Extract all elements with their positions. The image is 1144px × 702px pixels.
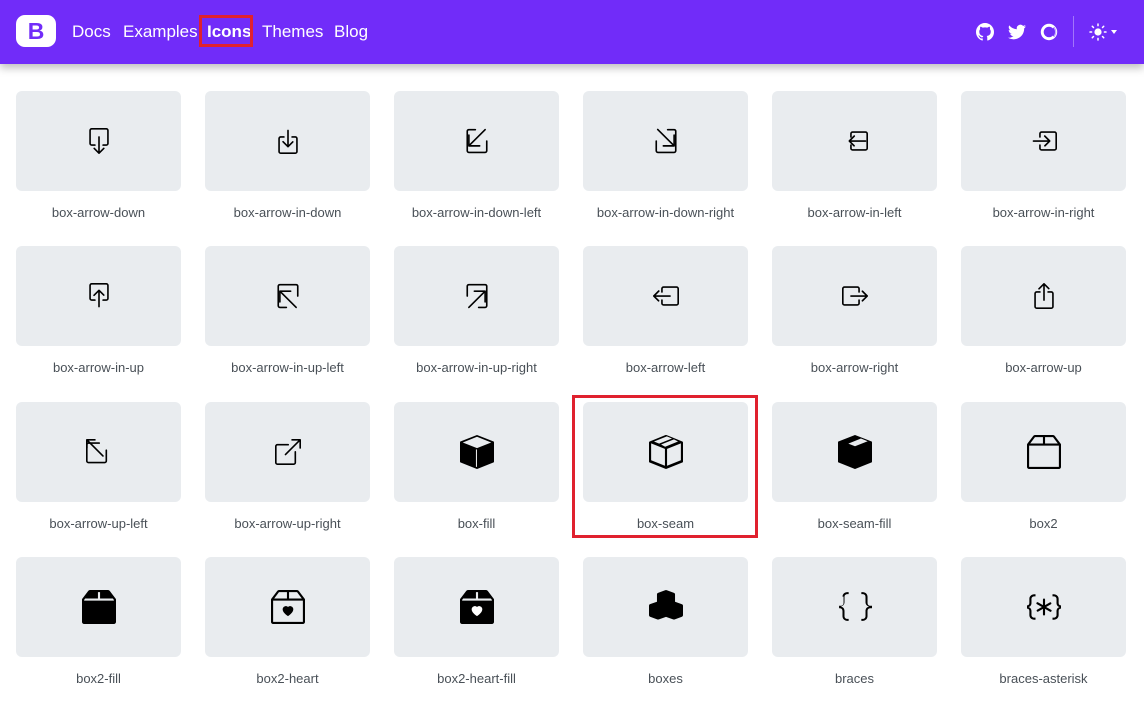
box-arrow-up-icon — [1033, 283, 1054, 309]
icon-label: braces — [834, 671, 875, 686]
icon-label: box-arrow-in-down — [233, 205, 342, 220]
twitter-icon[interactable] — [1008, 23, 1026, 41]
icon-tile-box-arrow-in-up-right[interactable] — [394, 246, 559, 346]
box-arrow-down-icon — [88, 128, 109, 154]
sun-icon — [1089, 23, 1107, 41]
nav-divider — [1073, 16, 1074, 47]
caret-down-icon — [1111, 30, 1117, 34]
icon-label: box-arrow-in-right — [992, 205, 1095, 220]
icon-label: box-arrow-up — [1005, 360, 1082, 375]
box2-heart-fill-icon — [459, 590, 494, 624]
box-arrow-in-right-icon — [1032, 131, 1057, 151]
bootstrap-logo[interactable]: B — [16, 15, 56, 47]
icon-label: box2-fill — [76, 671, 121, 686]
icon-label: box-arrow-in-up — [52, 360, 145, 375]
box-arrow-up-left-icon — [85, 439, 107, 464]
icon-label: box2-heart-fill — [437, 671, 516, 686]
icon-tile-box-arrow-up[interactable] — [961, 246, 1126, 346]
icon-tile-braces-asterisk[interactable] — [961, 557, 1126, 657]
github-icon[interactable] — [976, 23, 994, 41]
icon-tile-box2[interactable] — [961, 402, 1126, 502]
icon-tile-box-arrow-right[interactable] — [772, 246, 937, 346]
icon-tile-box2-heart-fill[interactable] — [394, 557, 559, 657]
braces-icon — [838, 592, 872, 621]
icon-label: box-arrow-in-left — [807, 205, 902, 220]
box-arrow-in-down-left-icon — [465, 128, 488, 154]
icon-tile-box-arrow-down[interactable] — [16, 91, 181, 191]
icon-tile-box-arrow-in-right[interactable] — [961, 91, 1126, 191]
box-arrow-right-icon — [841, 286, 868, 306]
icon-tile-box-seam[interactable] — [583, 402, 748, 502]
icon-tile-box2-heart[interactable] — [205, 557, 370, 657]
icon-tile-box-arrow-left[interactable] — [583, 246, 748, 346]
icon-label: box-arrow-in-up-left — [231, 360, 344, 375]
icon-label: box-arrow-right — [810, 360, 899, 375]
icon-label: box-arrow-up-right — [234, 516, 341, 531]
icon-label: box-seam — [636, 516, 695, 531]
icon-label: boxes — [648, 671, 683, 686]
box-arrow-in-up-right-icon — [465, 283, 488, 309]
icon-label: box-arrow-in-up-right — [416, 360, 537, 375]
box2-icon — [1026, 435, 1061, 469]
theme-toggle-button[interactable] — [1088, 22, 1122, 42]
icon-label: box2 — [1029, 516, 1058, 531]
icon-label: box-arrow-up-left — [49, 516, 148, 531]
icon-tile-box-seam-fill[interactable] — [772, 402, 937, 502]
icon-label: box2-heart — [256, 671, 319, 686]
icon-label: box-arrow-left — [625, 360, 706, 375]
icon-tile-box-arrow-in-up[interactable] — [16, 246, 181, 346]
icon-label: box-fill — [457, 516, 496, 531]
box-seam-fill-icon — [837, 435, 872, 469]
icon-tile-box-fill[interactable] — [394, 402, 559, 502]
icon-tile-box-arrow-in-down[interactable] — [205, 91, 370, 191]
icon-tile-box2-fill[interactable] — [16, 557, 181, 657]
boxes-icon — [648, 590, 683, 620]
icon-tile-box-arrow-in-up-left[interactable] — [205, 246, 370, 346]
icon-label: braces-asterisk — [999, 671, 1088, 686]
box2-heart-icon — [270, 590, 305, 624]
icon-tile-box-arrow-up-left[interactable] — [16, 402, 181, 502]
box-arrow-left-icon — [652, 286, 679, 306]
icon-label: box-arrow-in-down-right — [596, 205, 735, 220]
nav-link-examples[interactable]: Examples — [123, 20, 198, 44]
box-arrow-in-left-icon — [848, 131, 868, 151]
icon-tile-boxes[interactable] — [583, 557, 748, 657]
navbar: B Docs Examples Icons Themes Blog — [0, 0, 1144, 64]
box-fill-icon — [459, 435, 494, 469]
nav-link-icons[interactable]: Icons — [207, 20, 251, 44]
icon-label: box-arrow-in-down-left — [411, 205, 542, 220]
icon-tile-box-arrow-in-left[interactable] — [772, 91, 937, 191]
box2-fill-icon — [81, 590, 116, 624]
icon-label: box-arrow-down — [51, 205, 146, 220]
opencollective-icon[interactable] — [1040, 23, 1058, 41]
nav-link-themes[interactable]: Themes — [262, 20, 323, 44]
box-arrow-in-down-right-icon — [654, 128, 677, 154]
icon-tile-box-arrow-in-down-right[interactable] — [583, 91, 748, 191]
braces-asterisk-icon — [1026, 594, 1061, 620]
icon-tile-box-arrow-in-down-left[interactable] — [394, 91, 559, 191]
box-arrow-in-up-icon — [88, 283, 109, 308]
box-arrow-in-up-left-icon — [276, 283, 299, 309]
box-arrow-up-right-icon — [274, 439, 301, 465]
nav-link-blog[interactable]: Blog — [334, 20, 368, 44]
icon-tile-braces[interactable] — [772, 557, 937, 657]
box-arrow-in-down-icon — [277, 129, 298, 154]
nav-link-docs[interactable]: Docs — [72, 20, 111, 44]
icon-tile-box-arrow-up-right[interactable] — [205, 402, 370, 502]
icon-label: box-seam-fill — [817, 516, 892, 531]
box-seam-icon — [648, 435, 683, 469]
